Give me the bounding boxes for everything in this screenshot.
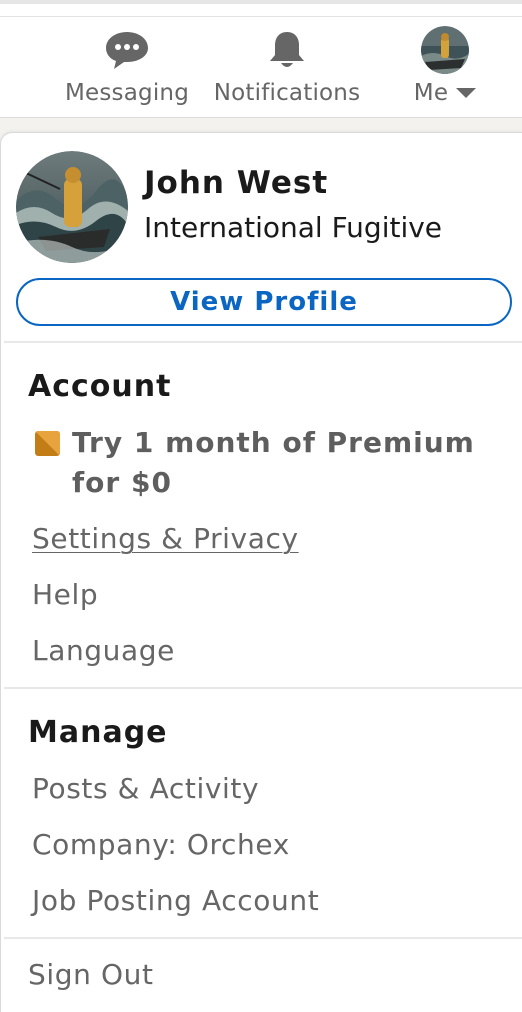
company-page-link[interactable]: Company: Orchex bbox=[32, 828, 290, 861]
global-nav: Messaging Notifications Me bbox=[0, 0, 522, 118]
view-profile-button[interactable]: View Profile bbox=[16, 278, 512, 326]
me-label-row: Me bbox=[413, 78, 477, 108]
nav-notifications[interactable]: Notifications bbox=[210, 28, 364, 108]
job-posting-account-link[interactable]: Job Posting Account bbox=[32, 884, 319, 917]
nav-top-divider bbox=[0, 16, 522, 17]
nav-notifications-label: Notifications bbox=[213, 80, 361, 106]
premium-icon bbox=[35, 431, 60, 456]
messaging-icon bbox=[104, 28, 150, 72]
profile-avatar[interactable] bbox=[16, 151, 128, 263]
chevron-down-icon bbox=[456, 88, 477, 98]
premium-line-2: for $0 bbox=[72, 466, 172, 499]
section-divider bbox=[4, 937, 522, 939]
section-divider bbox=[4, 687, 522, 689]
bell-icon bbox=[265, 28, 309, 72]
premium-upsell-link[interactable]: Try 1 month of Premium for $0 bbox=[35, 423, 475, 503]
help-link[interactable]: Help bbox=[32, 578, 98, 611]
settings-privacy-link[interactable]: Settings & Privacy bbox=[32, 522, 299, 555]
nav-me[interactable]: Me bbox=[400, 26, 490, 108]
account-section-title: Account bbox=[28, 369, 172, 404]
profile-headline: International Fugitive bbox=[144, 211, 443, 244]
sign-out-link[interactable]: Sign Out bbox=[28, 958, 154, 991]
language-link[interactable]: Language bbox=[32, 634, 175, 667]
nav-me-label: Me bbox=[413, 80, 449, 106]
premium-text: Try 1 month of Premium for $0 bbox=[72, 423, 475, 503]
profile-name: John West bbox=[144, 165, 329, 201]
section-divider bbox=[4, 341, 522, 343]
me-avatar bbox=[421, 26, 469, 74]
nav-messaging[interactable]: Messaging bbox=[64, 28, 190, 108]
me-dropdown-menu: John West International Fugitive View Pr… bbox=[0, 132, 522, 1012]
posts-activity-link[interactable]: Posts & Activity bbox=[32, 772, 259, 805]
nav-messaging-label: Messaging bbox=[64, 80, 190, 106]
premium-line-1: Try 1 month of Premium bbox=[72, 426, 475, 459]
manage-section-title: Manage bbox=[28, 715, 168, 750]
